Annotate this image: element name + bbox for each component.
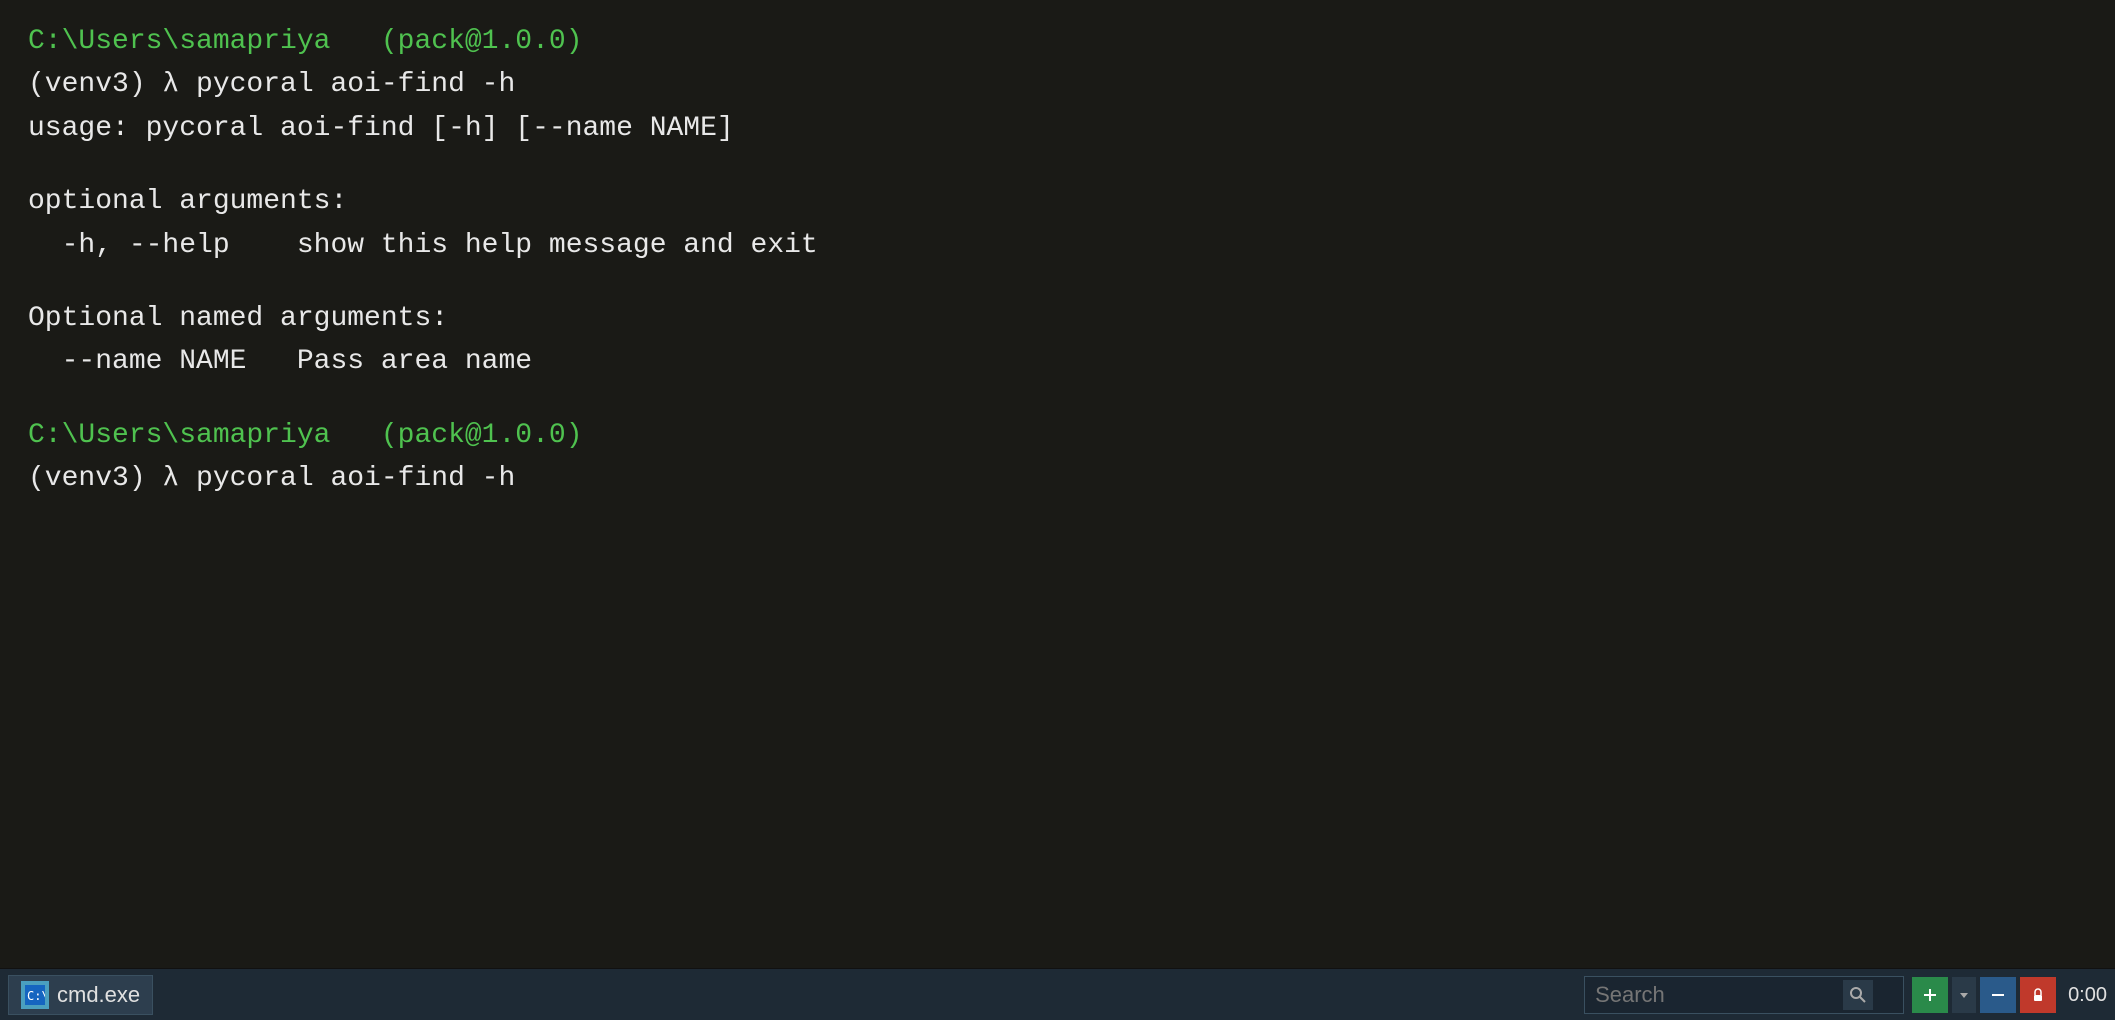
- terminal-line-2: (venv3) λ pycoral aoi-find -h: [28, 63, 2087, 106]
- spacer-1: [28, 150, 2087, 180]
- svg-text:C:\: C:\: [27, 989, 45, 1003]
- terminal-line-3: usage: pycoral aoi-find [-h] [--name NAM…: [28, 107, 2087, 150]
- cmd-icon: C:\: [21, 981, 49, 1009]
- terminal-line-9: --name NAME Pass area name: [28, 340, 2087, 383]
- minimize-icon-button[interactable]: [1980, 977, 2016, 1013]
- terminal-line-12: (venv3) λ pycoral aoi-find -h: [28, 457, 2087, 500]
- dropdown-arrow-button[interactable]: [1952, 977, 1976, 1013]
- lock-icon-button[interactable]: [2020, 977, 2056, 1013]
- search-icon-button[interactable]: [1843, 980, 1873, 1010]
- time-display: 0:00: [2068, 983, 2107, 1007]
- terminal-line-1: C:\Users\samapriya (pack@1.0.0): [28, 20, 2087, 63]
- spacer-3: [28, 384, 2087, 414]
- taskbar-app-label: cmd.exe: [57, 982, 140, 1008]
- terminal-line-5: optional arguments:: [28, 180, 2087, 223]
- taskbar-app-cmd[interactable]: C:\ cmd.exe: [8, 975, 153, 1015]
- add-icon-button[interactable]: [1912, 977, 1948, 1013]
- taskbar: C:\ cmd.exe: [0, 968, 2115, 1020]
- terminal-line-8: Optional named arguments:: [28, 297, 2087, 340]
- terminal-window[interactable]: C:\Users\samapriya (pack@1.0.0) (venv3) …: [0, 0, 2115, 968]
- taskbar-right-icons: 0:00: [1912, 977, 2107, 1013]
- search-bar[interactable]: [1584, 976, 1904, 1014]
- search-input[interactable]: [1595, 982, 1835, 1008]
- terminal-line-11: C:\Users\samapriya (pack@1.0.0): [28, 414, 2087, 457]
- spacer-2: [28, 267, 2087, 297]
- terminal-line-6: -h, --help show this help message and ex…: [28, 224, 2087, 267]
